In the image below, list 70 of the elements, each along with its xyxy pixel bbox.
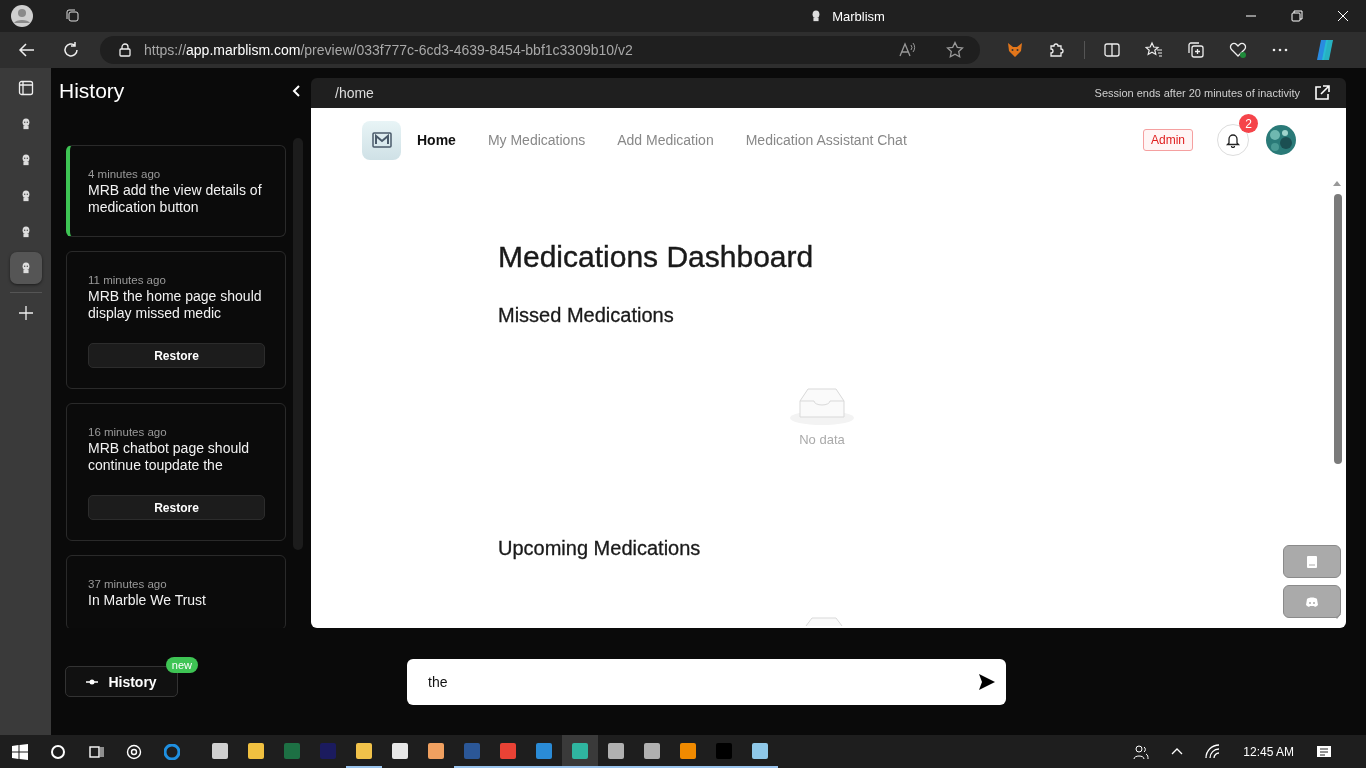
back-icon[interactable] bbox=[18, 41, 36, 59]
scroll-up-icon[interactable] bbox=[1333, 180, 1341, 186]
browser-icon[interactable] bbox=[164, 743, 180, 760]
workspaces-icon[interactable] bbox=[64, 8, 80, 24]
notification-count: 2 bbox=[1239, 114, 1258, 133]
external-link-icon[interactable] bbox=[1314, 85, 1330, 101]
restore-button[interactable]: Restore bbox=[88, 343, 265, 368]
role-badge: Admin bbox=[1143, 129, 1193, 151]
history-text: In Marble We Trust bbox=[88, 592, 207, 609]
session-note: Session ends after 20 minutes of inactivity bbox=[1094, 87, 1300, 99]
lock-icon bbox=[118, 43, 132, 57]
health-icon[interactable] bbox=[1229, 41, 1247, 59]
restore-icon[interactable] bbox=[1291, 10, 1303, 22]
star-icon[interactable] bbox=[946, 41, 964, 59]
empty-state-text: No data bbox=[799, 432, 845, 447]
read-aloud-icon[interactable] bbox=[898, 41, 916, 59]
nav-link[interactable]: Home bbox=[417, 132, 456, 148]
split-screen-icon[interactable] bbox=[1103, 41, 1121, 59]
wifi-icon[interactable] bbox=[1205, 743, 1222, 760]
notifications-icon[interactable] bbox=[1316, 743, 1332, 760]
fox-icon[interactable] bbox=[1006, 41, 1024, 59]
new-tab-icon[interactable] bbox=[17, 305, 34, 321]
history-card[interactable]: 37 minutes ago In Marble We Trust bbox=[66, 555, 286, 628]
taskbar-app-icon[interactable] bbox=[562, 735, 598, 768]
panel-title: History bbox=[59, 79, 125, 103]
new-badge: new bbox=[165, 657, 198, 673]
nav-link[interactable]: My Medications bbox=[487, 132, 586, 148]
history-card[interactable]: 16 minutes ago MRB chatbot page should continue toupdate the Restore bbox=[66, 403, 286, 541]
timestamp: 16 minutes ago bbox=[88, 426, 168, 438]
collections-icon[interactable] bbox=[1187, 41, 1205, 59]
task-view-icon[interactable] bbox=[88, 743, 104, 760]
timestamp: 11 minutes ago bbox=[88, 274, 167, 286]
app-logo[interactable] bbox=[362, 120, 401, 160]
scrollbar-thumb[interactable] bbox=[1334, 194, 1342, 464]
bell-icon bbox=[1225, 132, 1241, 148]
nav-link[interactable]: Medication Assistant Chat bbox=[745, 132, 907, 148]
target-icon[interactable] bbox=[126, 743, 142, 760]
section-heading: Upcoming Medications bbox=[498, 537, 701, 560]
chat-community-button[interactable] bbox=[1283, 585, 1341, 618]
history-card[interactable]: 4 minutes ago MRB add the view details of medication button bbox=[66, 145, 286, 237]
favorites-icon[interactable] bbox=[1145, 41, 1163, 59]
history-text: MRB chatbot page should continue toupdate the bbox=[88, 440, 251, 474]
history-text: MRB the home page should display missed medic bbox=[88, 288, 263, 322]
window-title: Marblism bbox=[832, 8, 885, 24]
profile-icon[interactable] bbox=[10, 4, 34, 28]
windows-start-icon[interactable] bbox=[12, 743, 28, 760]
history-card[interactable]: 11 minutes ago MRB the home page should display missed medic Restore bbox=[66, 251, 286, 389]
extensions-icon[interactable] bbox=[1048, 41, 1066, 59]
chat-input[interactable]: the bbox=[407, 658, 1006, 705]
vertical-tab[interactable] bbox=[9, 252, 42, 284]
book-icon bbox=[1305, 554, 1319, 569]
refresh-icon[interactable] bbox=[62, 41, 80, 59]
timestamp: 4 minutes ago bbox=[88, 168, 162, 180]
people-icon[interactable] bbox=[1133, 743, 1150, 760]
close-icon[interactable] bbox=[1337, 10, 1349, 22]
restore-button[interactable]: Restore bbox=[88, 495, 265, 520]
search-icon[interactable] bbox=[50, 743, 66, 760]
route-path: /home bbox=[335, 85, 374, 101]
tab-panel-icon[interactable] bbox=[17, 80, 34, 96]
timestamp: 37 minutes ago bbox=[88, 578, 168, 590]
address-bar[interactable]: https://app.marblism.com/preview/033f777c-6cd3-4639-8454-bbf1c3309b10/v2 bbox=[100, 36, 980, 64]
chevron-left-icon[interactable] bbox=[291, 85, 303, 97]
empty-inbox-icon bbox=[790, 385, 854, 426]
clock[interactable]: 12:45 AM bbox=[1243, 744, 1294, 759]
section-heading: Missed Medications bbox=[498, 304, 674, 327]
page-heading: Medications Dashboard bbox=[498, 240, 814, 274]
docs-button[interactable] bbox=[1283, 545, 1341, 578]
history-text: MRB add the view details of medication button bbox=[88, 182, 263, 216]
nav-link[interactable]: Add Medication bbox=[617, 132, 714, 148]
send-icon[interactable] bbox=[978, 672, 996, 691]
